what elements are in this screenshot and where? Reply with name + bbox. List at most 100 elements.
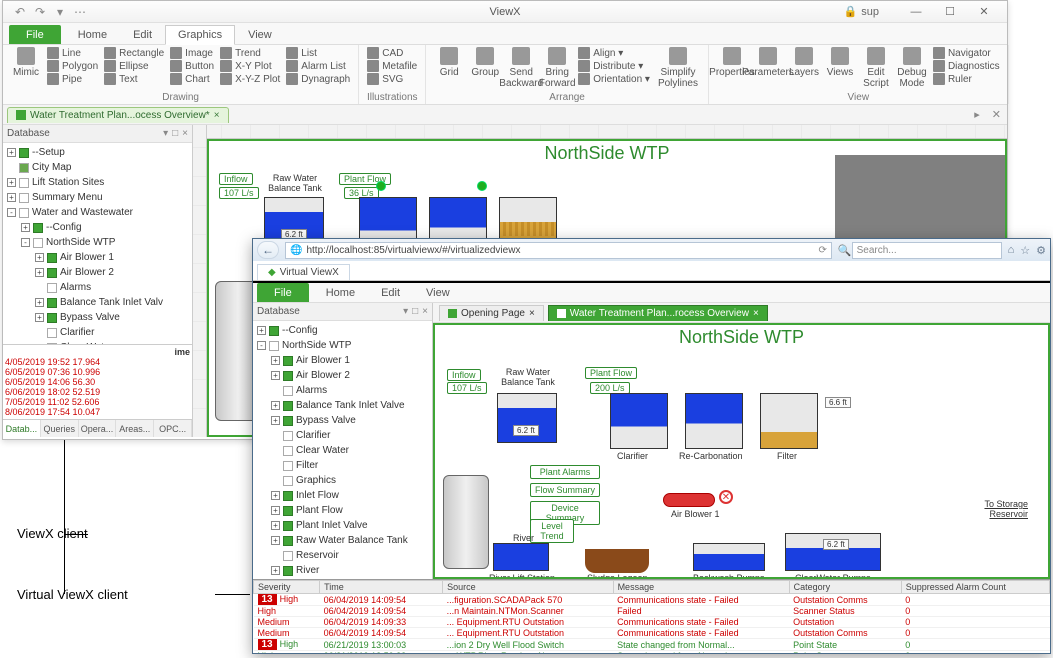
alarm-row[interactable]: Medium06/04/2019 14:09:54... Equipment.R…: [254, 628, 1050, 639]
db-tab-areas[interactable]: Areas...: [116, 420, 154, 437]
tree-expander-icon[interactable]: +: [271, 566, 280, 575]
tree-node[interactable]: Reservoir: [271, 548, 432, 563]
tree-node[interactable]: +Bypass Valve: [271, 413, 432, 428]
tree-node[interactable]: Filter: [271, 458, 432, 473]
tree-expander-icon[interactable]: +: [7, 193, 16, 202]
ribbon-item[interactable]: Alarm List: [284, 60, 352, 72]
qat-undo-icon[interactable]: ↶: [13, 5, 27, 19]
tab-home[interactable]: Home: [65, 25, 120, 44]
ribbon-item[interactable]: Ruler: [931, 73, 1002, 85]
flow-summary-button[interactable]: Flow Summary: [530, 483, 600, 497]
tree-node[interactable]: -NorthSide WTP: [257, 338, 432, 353]
tree-expander-icon[interactable]: +: [257, 326, 266, 335]
doc-tab-close-icon[interactable]: ×: [214, 110, 220, 121]
tree-expander-icon[interactable]: +: [271, 491, 280, 500]
ribbon-item[interactable]: Chart: [168, 73, 216, 85]
tab-close-icon[interactable]: ×: [753, 308, 759, 319]
address-bar[interactable]: 🌐 http://localhost:85/virtualviewx/#/vir…: [285, 242, 832, 259]
alarm-row[interactable]: High06/04/2019 14:09:54...n Maintain.NTM…: [254, 606, 1050, 617]
ribbon-mimic-button[interactable]: Mimic: [9, 47, 43, 85]
tree-expander-icon[interactable]: [35, 283, 44, 292]
tree-expander-icon[interactable]: +: [271, 506, 280, 515]
tree-expander-icon[interactable]: [271, 386, 280, 395]
tree-expander-icon[interactable]: -: [21, 238, 30, 247]
alarm-row[interactable]: High06/21/2019 12:50:33... WTP.River.Run…: [254, 651, 1050, 654]
tree-expander-icon[interactable]: +: [271, 371, 280, 380]
tree-node[interactable]: City Map: [7, 160, 192, 175]
vvx-doc-tab-water-treatment[interactable]: Water Treatment Plan...rocess Overview ×: [548, 305, 768, 321]
ribbon-item[interactable]: Rectangle: [102, 47, 166, 59]
tree-node[interactable]: +Air Blower 1: [271, 353, 432, 368]
tree-node[interactable]: +Plant Flow: [271, 503, 432, 518]
ribbon-button[interactable]: Layers: [787, 47, 821, 89]
window-max-button[interactable]: ☐: [933, 3, 967, 21]
ribbon-item[interactable]: Polygon: [45, 60, 100, 72]
qat-more-icon[interactable]: ⋯: [73, 5, 87, 19]
tree-node[interactable]: +Bypass Valve: [35, 310, 192, 325]
ribbon-button[interactable]: Send Backward: [504, 47, 538, 89]
db-pin-icon[interactable]: □: [172, 128, 178, 139]
grid-header[interactable]: Source: [443, 581, 613, 594]
gear-icon[interactable]: ⚙: [1036, 244, 1046, 257]
tree-expander-icon[interactable]: [271, 431, 280, 440]
ribbon-button[interactable]: Edit Script: [859, 47, 893, 89]
tab-edit[interactable]: Edit: [120, 25, 165, 44]
grid-header[interactable]: Suppressed Alarm Count: [901, 581, 1049, 594]
vvx-tree[interactable]: +--Config-NorthSide WTP+Air Blower 1+Air…: [253, 321, 432, 579]
vvx-tab-home[interactable]: Home: [313, 283, 368, 302]
ribbon-item[interactable]: Line: [45, 47, 100, 59]
window-min-button[interactable]: —: [899, 3, 933, 21]
tree-node[interactable]: -Water and Wastewater: [7, 205, 192, 220]
ribbon-button[interactable]: Parameters: [751, 47, 785, 89]
alarm-grid[interactable]: SeverityTimeSourceMessageCategorySuppres…: [253, 579, 1050, 653]
ribbon-item[interactable]: Pipe: [45, 73, 100, 85]
vvx-tab-view[interactable]: View: [413, 283, 463, 302]
db-close-icon[interactable]: ×: [182, 128, 188, 139]
alarm-row[interactable]: Medium06/04/2019 14:09:33... Equipment.R…: [254, 617, 1050, 628]
tree-node[interactable]: +Balance Tank Inlet Valv: [35, 295, 192, 310]
ribbon-item[interactable]: Dynagraph: [284, 73, 352, 85]
plant-alarms-button[interactable]: Plant Alarms: [530, 465, 600, 479]
vvx-tab-file[interactable]: File: [257, 283, 309, 302]
ribbon-item[interactable]: SVG: [365, 73, 419, 85]
tab-graphics[interactable]: Graphics: [165, 25, 235, 45]
tree-node[interactable]: +River: [271, 563, 432, 578]
tree-expander-icon[interactable]: [35, 328, 44, 337]
tree-expander-icon[interactable]: +: [7, 148, 16, 157]
vvx-tab-edit[interactable]: Edit: [368, 283, 413, 302]
qat-dropdown-icon[interactable]: ▾: [53, 5, 67, 19]
doc-tab-close-all-icon[interactable]: ✕: [986, 108, 1007, 121]
tree-expander-icon[interactable]: +: [7, 178, 16, 187]
ribbon-button[interactable]: Debug Mode: [895, 47, 929, 89]
ribbon-item[interactable]: Button: [168, 60, 216, 72]
tree-node[interactable]: Clear Water: [271, 443, 432, 458]
tree-node[interactable]: Clarifier: [271, 428, 432, 443]
tree-expander-icon[interactable]: +: [35, 268, 44, 277]
qat-redo-icon[interactable]: ↷: [33, 5, 47, 19]
ribbon-button[interactable]: Views: [823, 47, 857, 89]
ribbon-button[interactable]: Bring Forward: [540, 47, 574, 89]
tree-node[interactable]: +Inlet Flow: [271, 488, 432, 503]
tree-expander-icon[interactable]: +: [35, 298, 44, 307]
tab-close-icon[interactable]: ×: [529, 308, 535, 319]
tree-node[interactable]: Alarms: [35, 280, 192, 295]
tree-node[interactable]: +Balance Tank Inlet Valve: [271, 398, 432, 413]
tree-node[interactable]: +Air Blower 2: [35, 265, 192, 280]
tree-expander-icon[interactable]: [271, 461, 280, 470]
grid-header[interactable]: Time: [320, 581, 443, 594]
ribbon-item[interactable]: Image: [168, 47, 216, 59]
tree-node[interactable]: Graphics: [271, 473, 432, 488]
ribbon-button[interactable]: Group: [468, 47, 502, 89]
grid-header[interactable]: Message: [613, 581, 789, 594]
tree-expander-icon[interactable]: [271, 446, 280, 455]
tree-node[interactable]: +Air Blower 1: [35, 250, 192, 265]
ribbon-item[interactable]: X-Y-Z Plot: [218, 73, 282, 85]
viewx-tree[interactable]: +--SetupCity Map+Lift Station Sites+Summ…: [3, 143, 192, 344]
tree-expander-icon[interactable]: +: [21, 223, 30, 232]
db-dropdown-icon[interactable]: ▾: [163, 128, 168, 139]
tree-node[interactable]: Clarifier: [35, 325, 192, 340]
alarm-row[interactable]: 13High06/21/2019 13:00:03...ion 2 Dry We…: [254, 639, 1050, 651]
ribbon-item[interactable]: Metafile: [365, 60, 419, 72]
ribbon-item[interactable]: Navigator: [931, 47, 1002, 59]
level-trend-button[interactable]: Level Trend: [530, 519, 574, 543]
